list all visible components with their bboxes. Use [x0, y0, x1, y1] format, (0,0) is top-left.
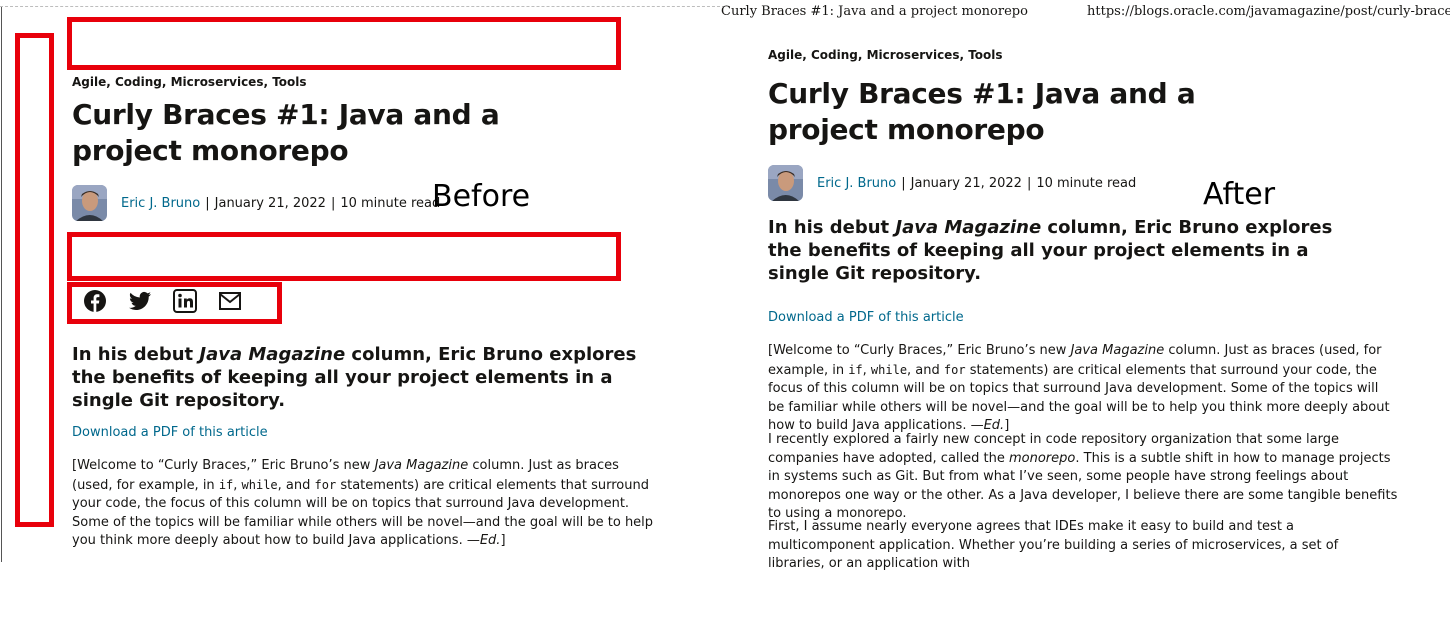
- left-divider: [1, 7, 2, 562]
- highlight-removed-sidebar: [15, 33, 54, 527]
- download-pdf-link[interactable]: Download a PDF of this article: [72, 425, 268, 440]
- separator: |: [901, 175, 906, 191]
- author-avatar[interactable]: [72, 185, 107, 221]
- before-caption: Before: [432, 179, 531, 214]
- publish-date: January 21, 2022: [910, 175, 1022, 191]
- before-panel: Agile, Coding, Microservices, Tools Curl…: [0, 0, 725, 626]
- page-url: https://blogs.oracle.com/javamagazine/po…: [1087, 4, 1450, 19]
- article-tags[interactable]: Agile, Coding, Microservices, Tools: [72, 75, 307, 89]
- after-panel: Curly Braces #1: Java and a project mono…: [721, 0, 1450, 626]
- facebook-icon[interactable]: [83, 289, 107, 313]
- article-lede: In his debut Java Magazine column, Eric …: [768, 217, 1333, 284]
- article-title: Curly Braces #1: Java and a project mono…: [72, 98, 500, 167]
- body-paragraph: First, I assume nearly everyone agrees t…: [768, 519, 1339, 571]
- separator: |: [205, 195, 210, 211]
- highlight-removed-banner: [67, 232, 621, 281]
- twitter-icon[interactable]: [128, 289, 152, 313]
- article-lede: In his debut Java Magazine column, Eric …: [72, 344, 637, 411]
- byline: Eric J. Bruno | January 21, 2022 | 10 mi…: [72, 185, 440, 221]
- intro-paragraph: [Welcome to “Curly Braces,” Eric Bruno’s…: [768, 343, 1390, 433]
- separator: |: [1026, 175, 1032, 191]
- article-title: Curly Braces #1: Java and a project mono…: [768, 77, 1196, 146]
- article-tags[interactable]: Agile, Coding, Microservices, Tools: [768, 48, 1003, 62]
- separator: |: [330, 195, 336, 211]
- top-divider: [0, 6, 725, 7]
- linkedin-icon[interactable]: [173, 289, 197, 313]
- read-time: 10 minute read: [340, 195, 441, 211]
- intro-paragraph: [Welcome to “Curly Braces,” Eric Bruno’s…: [72, 458, 654, 548]
- byline: Eric J. Bruno | January 21, 2022 | 10 mi…: [768, 165, 1136, 201]
- share-bar: [83, 289, 263, 313]
- download-pdf-link[interactable]: Download a PDF of this article: [768, 310, 964, 325]
- body-paragraph: I recently explored a fairly new concept…: [768, 432, 1398, 521]
- window-title: Curly Braces #1: Java and a project mono…: [721, 4, 1028, 19]
- after-caption: After: [1203, 177, 1276, 212]
- author-link[interactable]: Eric J. Bruno: [121, 196, 200, 211]
- highlight-removed-header: [67, 17, 621, 70]
- author-link[interactable]: Eric J. Bruno: [817, 176, 896, 191]
- author-avatar[interactable]: [768, 165, 803, 201]
- read-time: 10 minute read: [1036, 175, 1137, 191]
- email-icon[interactable]: [218, 289, 242, 313]
- publish-date: January 21, 2022: [214, 195, 326, 211]
